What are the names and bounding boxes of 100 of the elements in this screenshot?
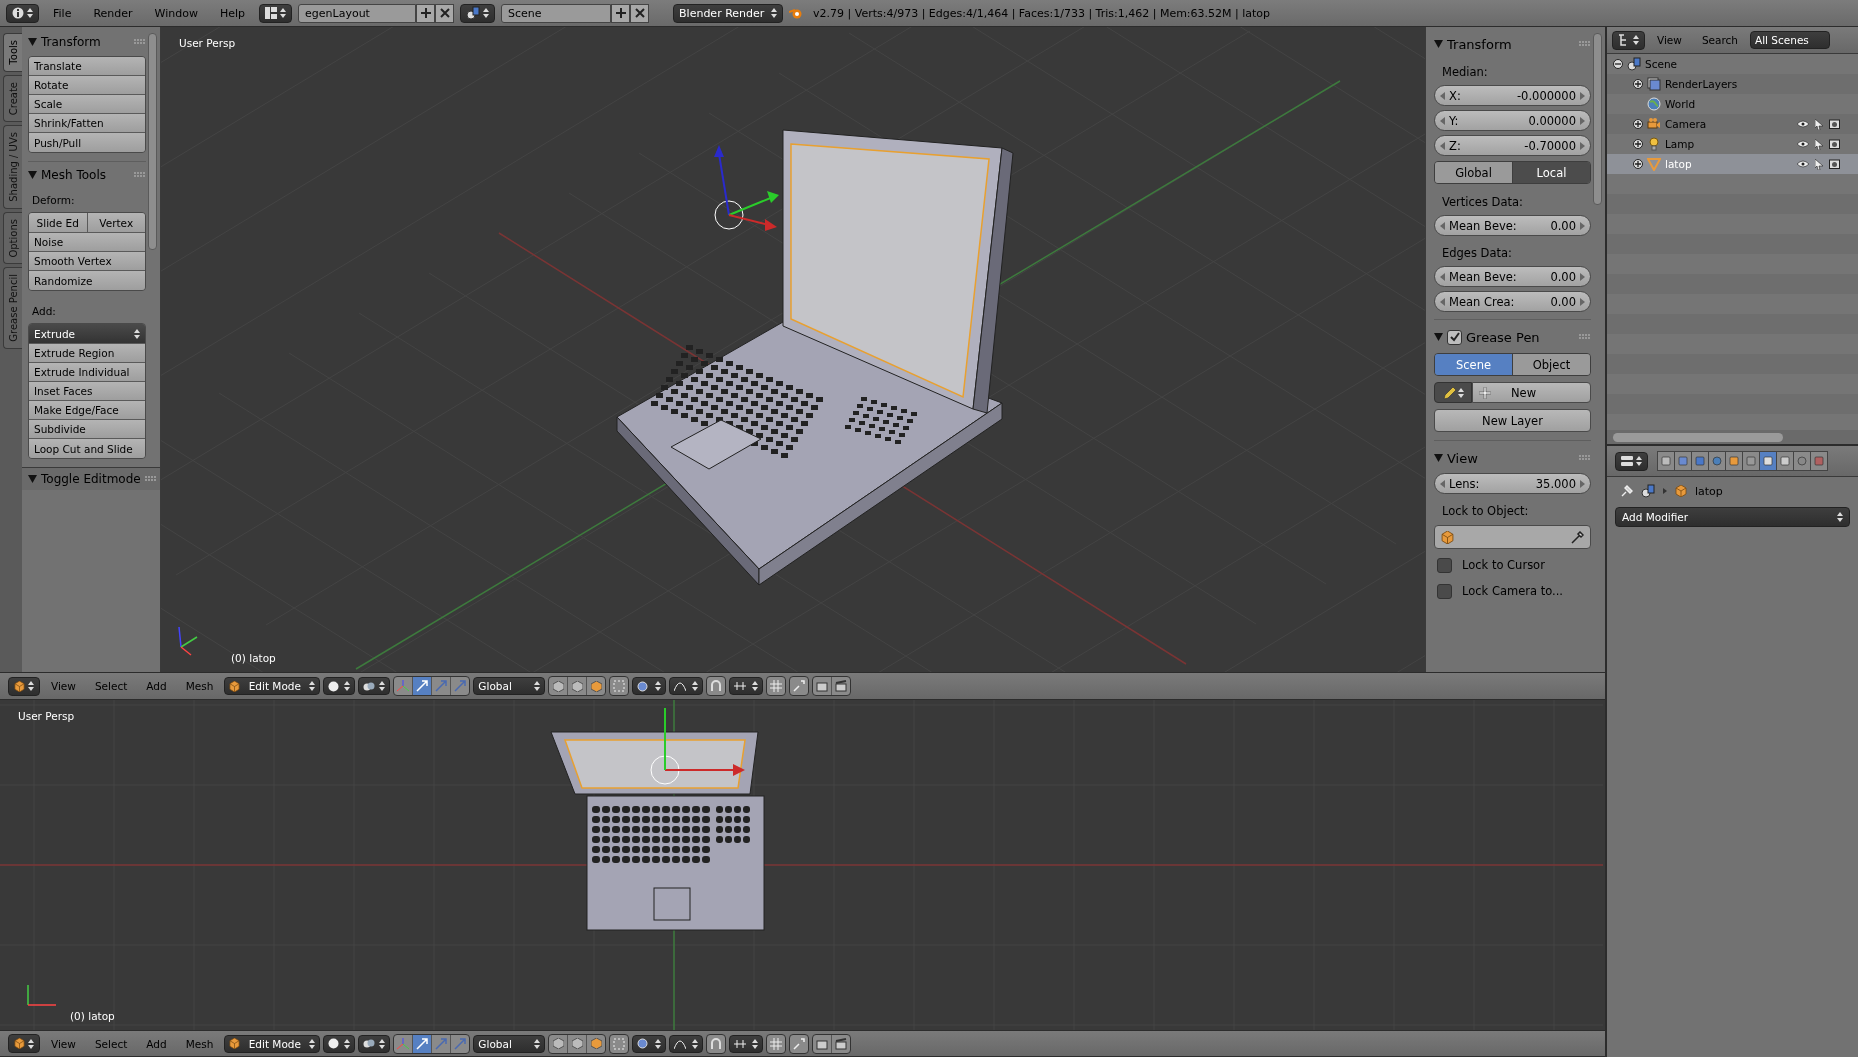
snap-target-dropdown[interactable]: [729, 677, 764, 695]
number-field[interactable]: Z: -0.70000: [1434, 135, 1591, 156]
editor-type-button[interactable]: [8, 676, 40, 696]
tool-button[interactable]: Extrude Region: [29, 344, 145, 363]
toggle-option[interactable]: Scene: [1435, 354, 1513, 375]
properties-tab[interactable]: [1759, 451, 1777, 471]
pivot-dropdown[interactable]: [358, 677, 391, 695]
menu-item[interactable]: Add: [138, 1037, 175, 1050]
tool-button[interactable]: Shrink/Fatten: [29, 114, 145, 133]
falloff-dropdown[interactable]: [669, 1034, 704, 1053]
checkbox[interactable]: [1437, 583, 1452, 599]
outliner-item-label[interactable]: World: [1665, 98, 1696, 110]
scene-name-field[interactable]: Scene: [501, 3, 612, 23]
outliner-item-label[interactable]: Camera: [1665, 118, 1707, 130]
falloff-dropdown[interactable]: [669, 677, 704, 695]
properties-tab[interactable]: [1674, 451, 1692, 471]
proportional-dropdown[interactable]: [632, 677, 667, 695]
snap-target-dropdown[interactable]: [729, 1034, 764, 1053]
number-field[interactable]: Mean Crea: 0.00: [1434, 291, 1591, 312]
tool-button[interactable]: Make Edge/Face: [29, 401, 145, 420]
mode-dropdown[interactable]: Edit Mode: [224, 1034, 321, 1053]
layout-selector[interactable]: [259, 3, 293, 23]
properties-tab[interactable]: [1742, 451, 1760, 471]
close-button[interactable]: [630, 3, 650, 23]
tool-button[interactable]: Noise: [29, 233, 145, 252]
tool-button[interactable]: Rotate: [29, 76, 145, 95]
pivot-dropdown[interactable]: [358, 1034, 391, 1053]
number-field[interactable]: Lens: 35.000: [1434, 473, 1591, 494]
properties-tab[interactable]: [1776, 451, 1794, 471]
layout-name-field[interactable]: egenLayout: [298, 3, 417, 23]
add-button[interactable]: [416, 3, 436, 23]
panel-title[interactable]: View: [1447, 450, 1575, 466]
menu-item[interactable]: Select: [86, 1037, 136, 1050]
tool-button[interactable]: Slide Ed: [29, 213, 88, 232]
number-field[interactable]: Y: 0.00000: [1434, 110, 1591, 131]
tool-button[interactable]: Inset Faces: [29, 382, 145, 401]
toggle-option[interactable]: Object: [1513, 354, 1590, 375]
tool-shelf-tab[interactable]: Tools: [3, 33, 22, 72]
tool-button[interactable]: Translate: [29, 57, 145, 76]
tool-button[interactable]: Push/Pull: [29, 133, 145, 152]
manipulator-button[interactable]: [413, 677, 433, 695]
toggle-option[interactable]: Global: [1435, 162, 1513, 183]
tool-button[interactable]: Extrude Individual: [29, 363, 145, 382]
new-button[interactable]: New: [1472, 382, 1591, 403]
scrollbar[interactable]: [1613, 432, 1783, 442]
3d-viewport[interactable]: User Persp (0) latop: [161, 27, 1425, 672]
panel-title[interactable]: Mesh Tools: [41, 168, 130, 182]
outliner-item-label[interactable]: Lamp: [1665, 138, 1695, 150]
menu-item[interactable]: Select: [86, 680, 136, 692]
number-field[interactable]: X: -0.000000: [1434, 85, 1591, 106]
add-modifier-dropdown[interactable]: Add Modifier: [1615, 507, 1850, 527]
shading-dropdown[interactable]: [323, 677, 356, 695]
menu-item[interactable]: View: [43, 680, 84, 692]
tool-button[interactable]: Vertex: [87, 213, 145, 232]
number-field[interactable]: Mean Beve: 0.00: [1434, 215, 1591, 236]
menu-item[interactable]: Mesh: [177, 1037, 222, 1050]
mode-dropdown[interactable]: Edit Mode: [224, 677, 321, 695]
close-button[interactable]: [435, 3, 455, 23]
menu-item[interactable]: Add: [138, 680, 175, 692]
manipulator-button[interactable]: [413, 1034, 433, 1053]
properties-tab[interactable]: [1725, 451, 1743, 471]
orientation-dropdown[interactable]: Global: [473, 1034, 546, 1053]
shading-dropdown[interactable]: [323, 1034, 356, 1053]
pencil-dropdown[interactable]: [1434, 382, 1472, 403]
menu-item[interactable]: View: [1649, 34, 1690, 46]
outliner-row[interactable]: Lamp: [1607, 134, 1858, 154]
tool-button[interactable]: Subdivide: [29, 420, 145, 439]
checkbox[interactable]: [1447, 329, 1462, 345]
tool-button[interactable]: Randomize: [29, 271, 145, 290]
extrude-dropdown[interactable]: Extrude: [29, 324, 145, 344]
checkbox-option[interactable]: Lock to Cursor: [1434, 552, 1591, 578]
outliner-row[interactable]: Camera: [1607, 114, 1858, 134]
menu-item[interactable]: Search: [1693, 34, 1746, 46]
outliner-item-label[interactable]: Scene: [1645, 58, 1677, 70]
editor-type-button[interactable]: [8, 1034, 40, 1053]
display-mode-dropdown[interactable]: All Scenes: [1750, 31, 1830, 49]
scrollbar[interactable]: [1593, 33, 1602, 205]
render-engine-dropdown[interactable]: Blender Render: [673, 3, 784, 23]
3d-viewport[interactable]: User Persp (0) latop: [0, 700, 1605, 1030]
add-button[interactable]: [611, 3, 631, 23]
number-field[interactable]: Mean Beve: 0.00: [1434, 266, 1591, 287]
tool-button[interactable]: Smooth Vertex: [29, 252, 145, 271]
checkbox[interactable]: [1437, 557, 1452, 573]
menu-item[interactable]: Window: [146, 6, 206, 20]
object-field[interactable]: [1434, 525, 1591, 549]
editor-type-button[interactable]: [6, 3, 39, 23]
panel-title[interactable]: Grease Pen: [1466, 329, 1575, 345]
checkbox-option[interactable]: Lock Camera to...: [1434, 578, 1591, 604]
render-button[interactable]: [813, 677, 833, 695]
menu-item[interactable]: Mesh: [177, 680, 222, 692]
render-button[interactable]: [813, 1034, 833, 1053]
editor-type-button[interactable]: [1612, 30, 1645, 50]
scene-selector[interactable]: [460, 3, 496, 23]
outliner-row[interactable]: World: [1607, 94, 1858, 114]
orientation-dropdown[interactable]: Global: [473, 677, 546, 695]
proportional-dropdown[interactable]: [632, 1034, 667, 1053]
scrollbar[interactable]: [148, 33, 157, 250]
properties-tab[interactable]: [1657, 451, 1675, 471]
outliner-row[interactable]: Scene: [1607, 54, 1858, 74]
menu-item[interactable]: Help: [211, 6, 254, 20]
